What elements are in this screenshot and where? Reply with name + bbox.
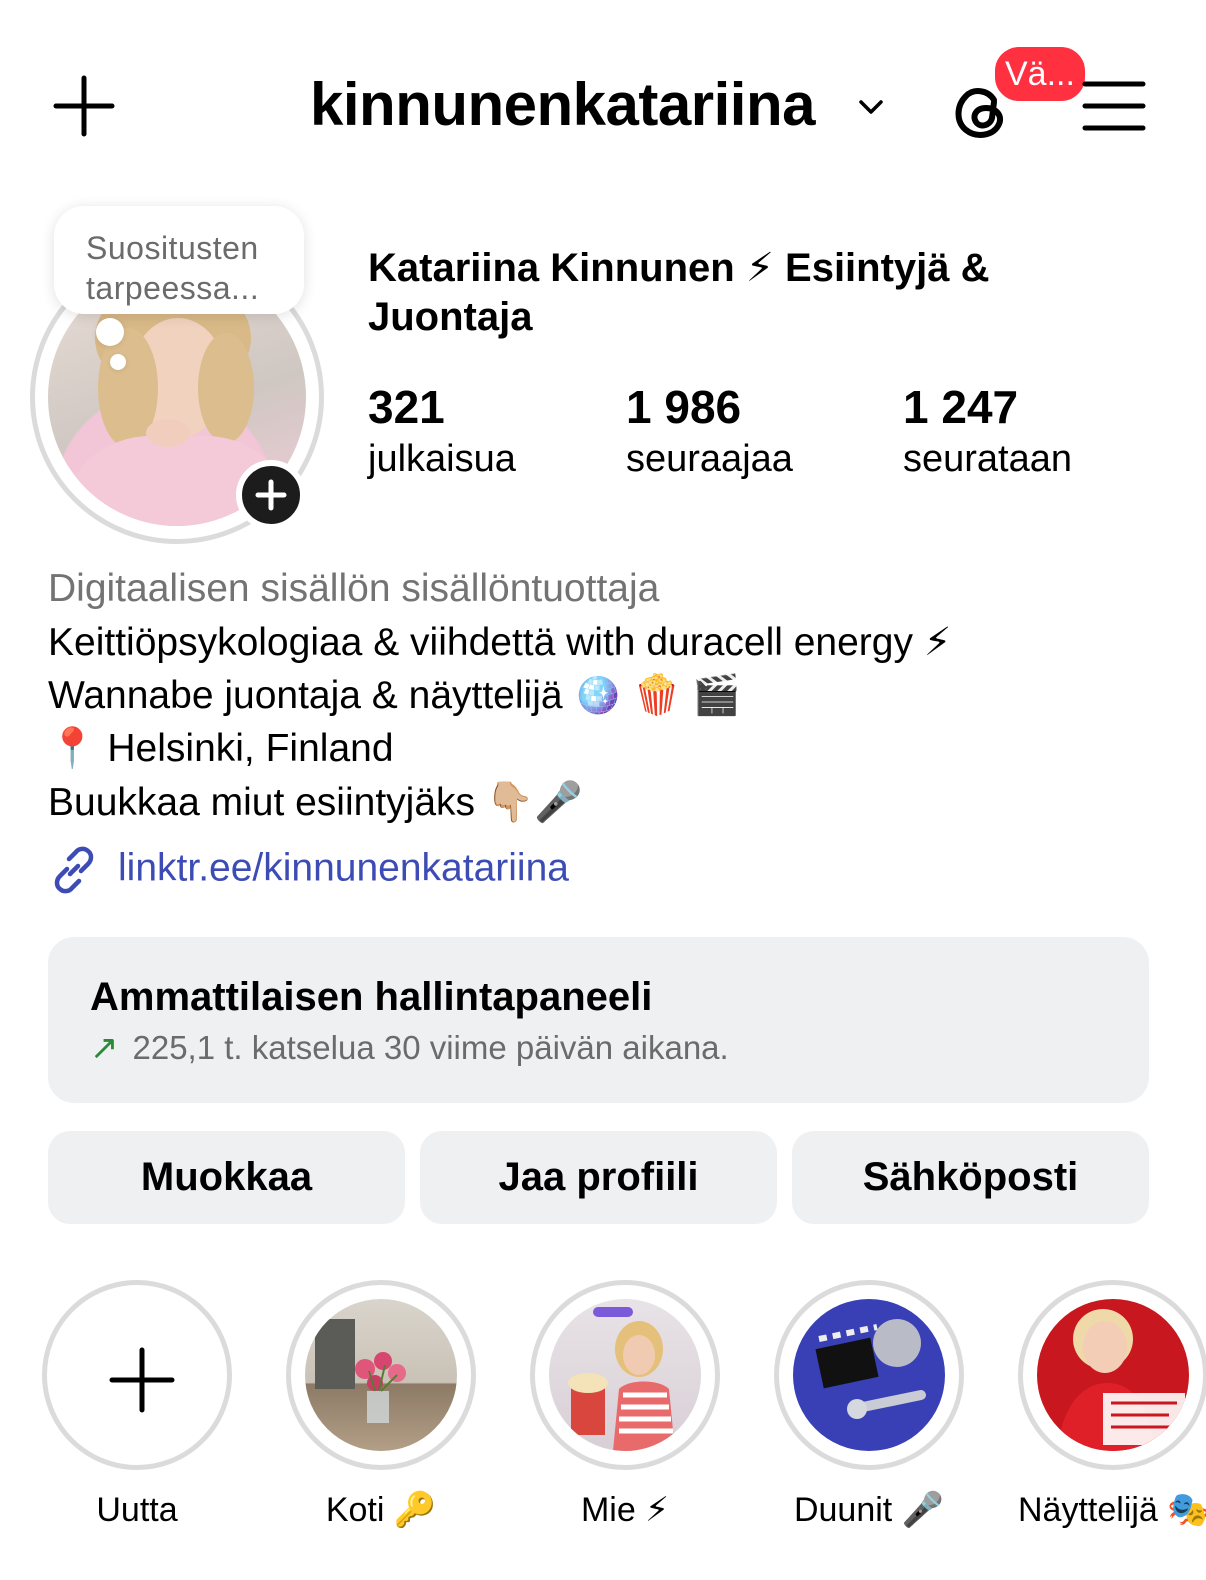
highlight-cover-image [793, 1299, 945, 1451]
bio-line: Wannabe juontaja & näyttelijä 🪩 🍿 🎬 [48, 674, 741, 717]
bio-line: 📍 Helsinki, Finland [48, 727, 394, 770]
threads-notification-badge[interactable]: Vä... [992, 44, 1088, 104]
note-bubble[interactable]: Suositusten tarpeessa... [54, 206, 304, 314]
add-story-button[interactable] [236, 460, 306, 530]
link-icon [54, 846, 94, 894]
note-bubble-tail [96, 318, 124, 346]
plus-icon [109, 1347, 175, 1413]
bio-line: Keittiöpsykologiaa & viihdettä with dura… [48, 621, 952, 664]
trend-up-icon: ↗ [90, 1029, 119, 1067]
profile-full-name: Katariina Kinnunen ⚡ Esiintyjä & Juontaj… [368, 246, 990, 339]
highlight-label: Uutta [96, 1491, 178, 1529]
highlight-ring [42, 1280, 232, 1470]
highlight-home[interactable]: Koti 🔑 [286, 1280, 476, 1532]
highlight-ring [1018, 1280, 1206, 1470]
stat-posts-label: julkaisua [368, 438, 516, 480]
create-plus-icon[interactable] [52, 74, 116, 138]
email-button[interactable]: Sähköposti [792, 1131, 1149, 1224]
stat-followers-label: seuraajaa [626, 438, 793, 480]
dashboard-subtitle-row: ↗ 225,1 t. katselua 30 viime päivän aikan… [90, 1025, 1107, 1071]
chevron-down-icon[interactable] [854, 90, 888, 124]
username-switcher[interactable]: kinnunenkatariina [310, 70, 815, 139]
highlight-gigs[interactable]: Duunit 🎤 [774, 1280, 964, 1532]
stat-posts-value: 321 [368, 381, 445, 433]
bio-line: Buukkaa miut esiintyjäks 👇🏼🎤 [48, 781, 583, 824]
highlight-actress[interactable]: Näyttelijä 🎭 [1018, 1280, 1206, 1532]
top-bar: kinnunenkatariina Vä... [0, 0, 1206, 190]
dashboard-title: Ammattilaisen hallintapaneeli [90, 975, 653, 1019]
note-bubble-tail-small [110, 354, 126, 370]
highlight-cover-image [1037, 1299, 1189, 1451]
profile-link[interactable]: linktr.ee/kinnunenkatariina [48, 844, 569, 896]
highlight-cover-image [549, 1299, 701, 1451]
stat-posts[interactable]: 321 julkaisua [368, 380, 516, 484]
profile-category: Digitaalisen sisällön sisällöntuottaja [48, 567, 660, 610]
highlight-me[interactable]: Mie ⚡ [530, 1280, 720, 1532]
highlight-label: Koti 🔑 [325, 1491, 437, 1529]
plus-icon [255, 479, 287, 511]
hamburger-menu-icon[interactable] [1082, 80, 1146, 132]
edit-profile-button[interactable]: Muokkaa [48, 1131, 405, 1224]
stat-following[interactable]: 1 247 seurataan [903, 380, 1072, 484]
professional-dashboard-card[interactable]: Ammattilaisen hallintapaneeli ↗ 225,1 t. … [48, 937, 1149, 1103]
highlight-new[interactable]: Uutta [42, 1280, 232, 1532]
highlight-label: Näyttelijä 🎭 [1018, 1491, 1206, 1529]
highlight-ring [286, 1280, 476, 1470]
share-profile-button[interactable]: Jaa profiili [420, 1131, 777, 1224]
highlight-label: Mie ⚡ [580, 1491, 670, 1529]
stat-following-value: 1 247 [903, 381, 1019, 433]
stat-followers[interactable]: 1 986 seuraajaa [626, 380, 793, 484]
highlight-ring [530, 1280, 720, 1470]
stat-following-label: seurataan [903, 438, 1073, 480]
stat-followers-value: 1 986 [626, 381, 742, 433]
highlight-ring [774, 1280, 964, 1470]
highlight-label: Duunit 🎤 [793, 1491, 945, 1529]
dashboard-subtitle: 225,1 t. katselua 30 viime päivän aikana… [132, 1029, 729, 1066]
profile-link-text[interactable]: linktr.ee/kinnunenkatariina [118, 846, 569, 889]
highlight-cover-image [305, 1299, 457, 1451]
